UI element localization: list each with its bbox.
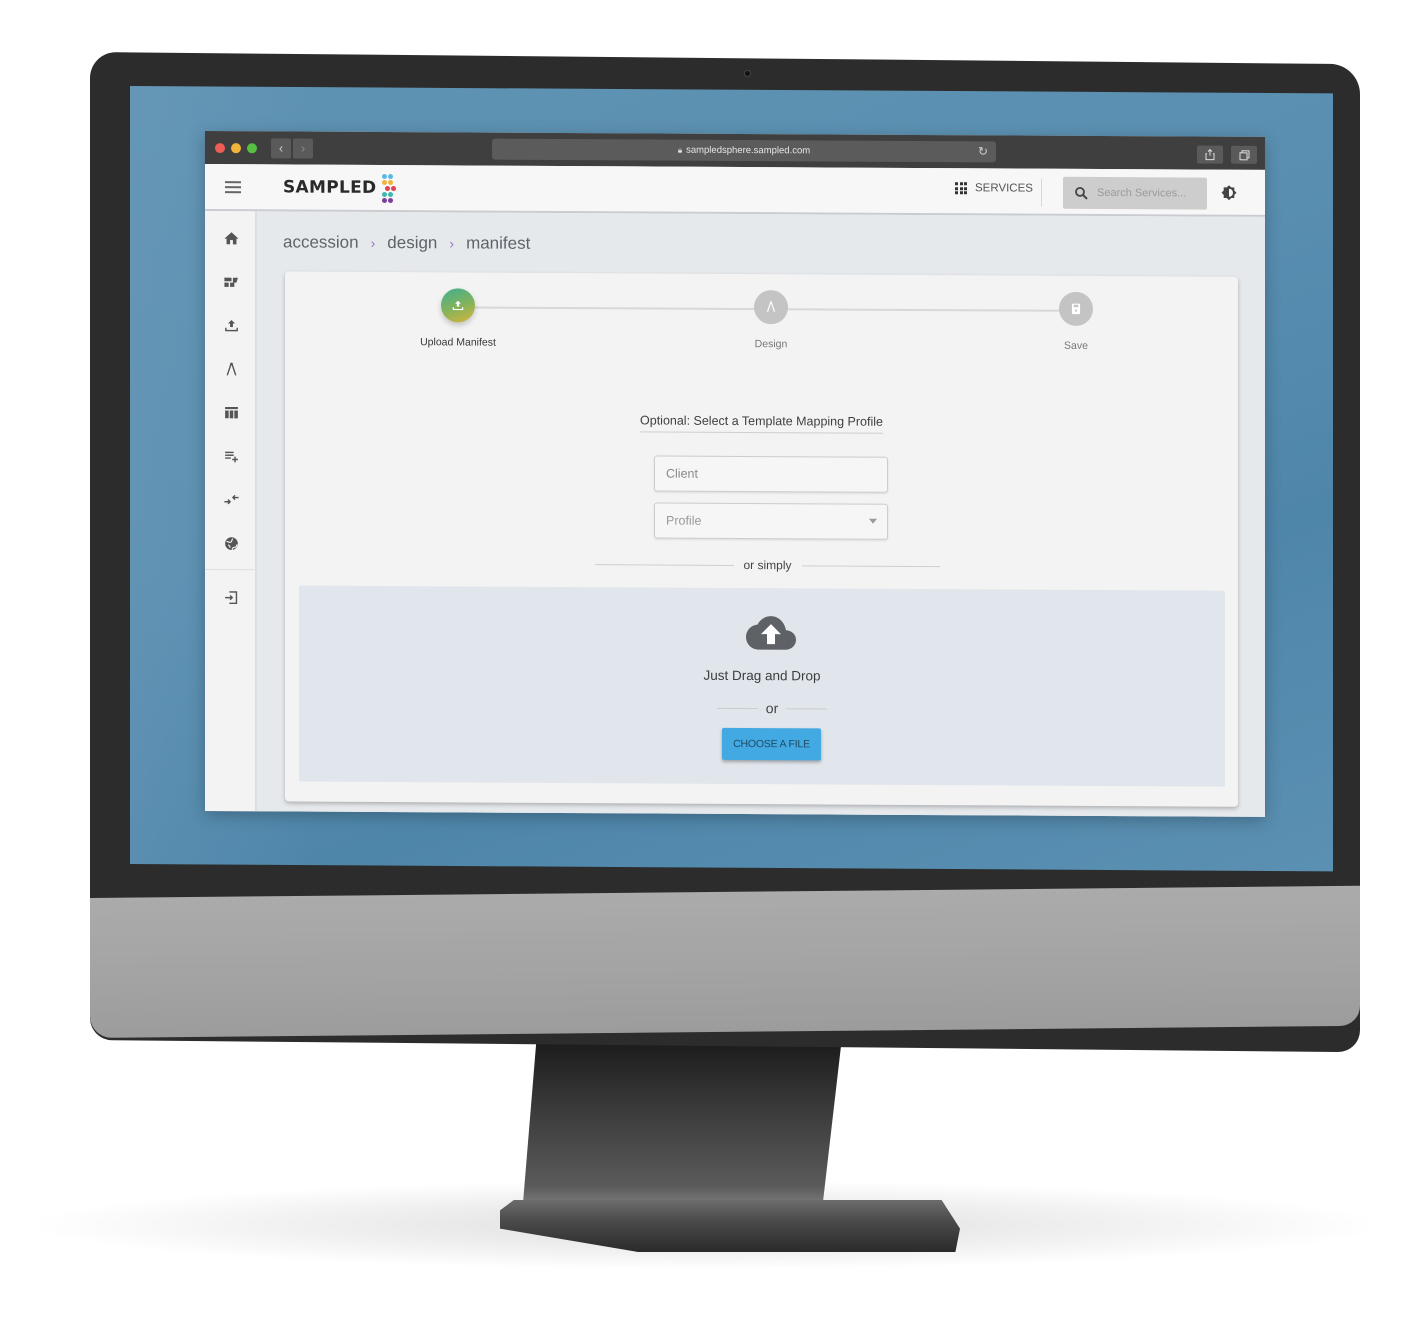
sidebar-item-compare[interactable]: [205, 478, 257, 522]
logo-text: SAMPLED: [283, 176, 377, 198]
chevron-down-icon: [869, 518, 877, 524]
step-circle: [754, 290, 788, 325]
sampled-logo[interactable]: SAMPLED: [283, 172, 398, 203]
template-profile-heading-text: Optional: Select a Template Mapping Prof…: [640, 413, 883, 434]
sidebar-item-home[interactable]: [205, 217, 257, 261]
or-simply-separator: or simply: [595, 557, 941, 573]
or-text: or: [765, 700, 779, 717]
services-label: SERVICES: [975, 182, 1033, 195]
step-save[interactable]: Save: [1021, 291, 1131, 353]
search-input[interactable]: [1097, 186, 1193, 200]
sidebar-item-table[interactable]: [205, 391, 257, 435]
sidebar-divider: [205, 569, 257, 571]
or-separator: or: [717, 700, 828, 717]
sidebar-item-playlist-add[interactable]: [205, 435, 257, 479]
close-window-button[interactable]: [215, 142, 225, 153]
upload-icon: [224, 320, 238, 332]
maximize-window-button[interactable]: [247, 142, 257, 153]
tabs-button[interactable]: [1231, 145, 1257, 164]
lock-icon: 🔒︎: [677, 145, 683, 155]
profile-select[interactable]: Profile: [654, 502, 888, 540]
step-circle: [1059, 291, 1093, 326]
forward-button[interactable]: ›: [293, 137, 313, 159]
breadcrumb-accession[interactable]: accession: [283, 232, 359, 252]
step-upload-manifest[interactable]: Upload Manifest: [403, 288, 513, 349]
sidebar-item-globe[interactable]: [205, 522, 257, 566]
step-label: Upload Manifest: [420, 336, 496, 349]
compass-design-icon: [226, 362, 236, 376]
compass-design-icon: [766, 301, 776, 313]
dashboard-icon: [223, 277, 238, 287]
table-icon: [224, 407, 238, 419]
step-design[interactable]: Design: [716, 290, 826, 351]
monitor-chin: [90, 885, 1360, 1038]
compare-arrows-icon: [223, 495, 239, 505]
sidebar: [205, 211, 257, 812]
sidebar-item-upload[interactable]: [205, 304, 257, 348]
window-controls: [215, 142, 257, 153]
tabs-icon: [1239, 149, 1249, 160]
camera-icon: [744, 70, 751, 77]
step-circle-active: [441, 288, 475, 323]
url-text: sampledsphere.sampled.com: [686, 144, 811, 157]
sidebar-item-logout[interactable]: [205, 576, 257, 620]
globe-icon: [224, 537, 238, 550]
or-simply-text: or simply: [743, 558, 792, 573]
client-field[interactable]: [654, 455, 888, 493]
file-dropzone[interactable]: Just Drag and Drop or CHOOSE A FILE: [299, 585, 1225, 787]
choose-file-button[interactable]: CHOOSE A FILE: [722, 727, 821, 761]
logout-icon: [224, 591, 237, 605]
profile-select-value: Profile: [666, 513, 702, 528]
apps-grid-icon: [955, 182, 967, 195]
share-icon: [1205, 148, 1215, 161]
chevron-right-icon: ›: [449, 235, 455, 252]
save-icon: [1071, 303, 1081, 315]
minimize-window-button[interactable]: [231, 142, 241, 153]
search-icon: [1075, 186, 1088, 200]
app-header: SAMPLED SERVICES: [205, 164, 1265, 217]
search-box[interactable]: [1063, 176, 1207, 210]
menu-icon[interactable]: [225, 180, 241, 193]
main-content: accession › design › manifest Upload Man…: [257, 211, 1265, 817]
reload-icon[interactable]: ↻: [978, 144, 988, 158]
breadcrumb: accession › design › manifest: [283, 232, 530, 253]
address-bar[interactable]: 🔒︎ sampledsphere.sampled.com ↻: [492, 138, 996, 163]
share-button[interactable]: [1197, 145, 1223, 164]
monitor-stand-neck: [522, 1020, 844, 1215]
sidebar-item-dashboard[interactable]: [205, 261, 257, 305]
logo-mark-icon: [378, 172, 398, 203]
chevron-right-icon: ›: [370, 234, 376, 251]
breadcrumb-design[interactable]: design: [387, 233, 437, 253]
home-icon: [223, 232, 239, 245]
drag-drop-text: Just Drag and Drop: [703, 667, 821, 684]
sidebar-item-design[interactable]: [205, 348, 257, 392]
breadcrumb-manifest: manifest: [466, 233, 531, 253]
services-button[interactable]: SERVICES: [955, 182, 1033, 195]
header-divider: [1041, 178, 1042, 207]
playlist-add-icon: [224, 451, 238, 463]
back-button[interactable]: ‹: [271, 137, 291, 158]
template-profile-heading: Optional: Select a Template Mapping Prof…: [285, 411, 1238, 434]
browser-window: ‹ › 🔒︎ sampledsphere.sampled.com ↻ SAMPL…: [205, 131, 1265, 817]
client-input[interactable]: [655, 456, 887, 492]
theme-toggle-button[interactable]: [1221, 185, 1237, 201]
chevron-right-icon: ›: [300, 140, 306, 156]
cloud-upload-icon: [746, 616, 796, 650]
brightness-icon: [1221, 185, 1237, 201]
chevron-left-icon: ‹: [278, 140, 284, 156]
upload-icon: [452, 300, 464, 311]
step-label: Save: [1064, 339, 1088, 352]
upload-card: Upload Manifest Design Save Optional: Se…: [285, 271, 1238, 807]
step-label: Design: [754, 338, 788, 351]
